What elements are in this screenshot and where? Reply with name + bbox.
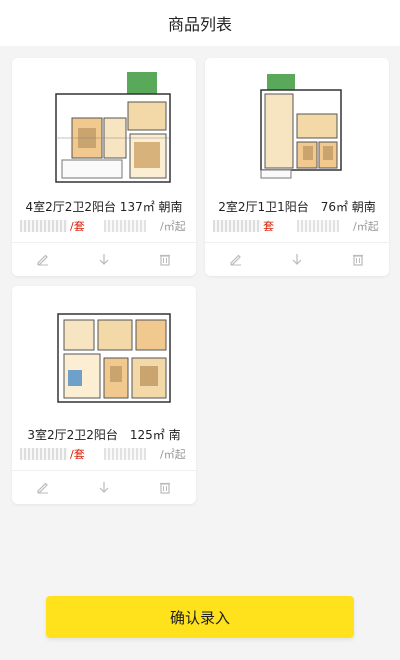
product-card[interactable]: 4室2厅2卫2阳台 137㎡ 朝南 /套 /㎡起 (12, 58, 196, 276)
area-unit: /㎡起 (353, 220, 379, 233)
area-unit: /㎡起 (160, 448, 186, 461)
card-actions (12, 242, 196, 274)
floorplan-image (205, 58, 389, 188)
price-row: 套 /㎡起 (205, 218, 389, 236)
confirm-button-label: 确认录入 (169, 608, 230, 627)
trash-icon[interactable] (153, 475, 177, 499)
card-title: 4室2厅2卫2阳台 137㎡ 朝南 (25, 200, 183, 214)
card-title: 3室2厅2卫2阳台 125㎡ 南 (27, 428, 181, 442)
price-unit: 套 (263, 220, 274, 233)
card-actions (205, 242, 389, 274)
price-row: /套 /㎡起 (12, 446, 196, 464)
pencil-icon[interactable] (224, 247, 248, 271)
pencil-icon[interactable] (31, 247, 55, 271)
page-header: 商品列表 (0, 0, 400, 46)
trash-icon[interactable] (346, 247, 370, 271)
confirm-button[interactable]: 确认录入 (46, 596, 354, 638)
area-unit: /㎡起 (160, 220, 186, 233)
arrow-down-icon[interactable] (92, 247, 116, 271)
arrow-down-icon[interactable] (285, 247, 309, 271)
arrow-down-icon[interactable] (92, 475, 116, 499)
page-title: 商品列表 (167, 15, 232, 34)
price-unit: /套 (70, 448, 85, 461)
trash-icon[interactable] (153, 247, 177, 271)
card-actions (12, 470, 196, 502)
floorplan-image (12, 58, 196, 188)
card-title: 2室2厅1卫1阳台 76㎡ 朝南 (218, 200, 376, 214)
product-card[interactable]: 2室2厅1卫1阳台 76㎡ 朝南 套 /㎡起 (205, 58, 389, 276)
product-card[interactable]: 3室2厅2卫2阳台 125㎡ 南 /套 /㎡起 (12, 286, 196, 504)
price-row: /套 /㎡起 (12, 218, 196, 236)
pencil-icon[interactable] (31, 475, 55, 499)
floorplan-image (12, 286, 196, 416)
price-unit: /套 (70, 220, 85, 233)
